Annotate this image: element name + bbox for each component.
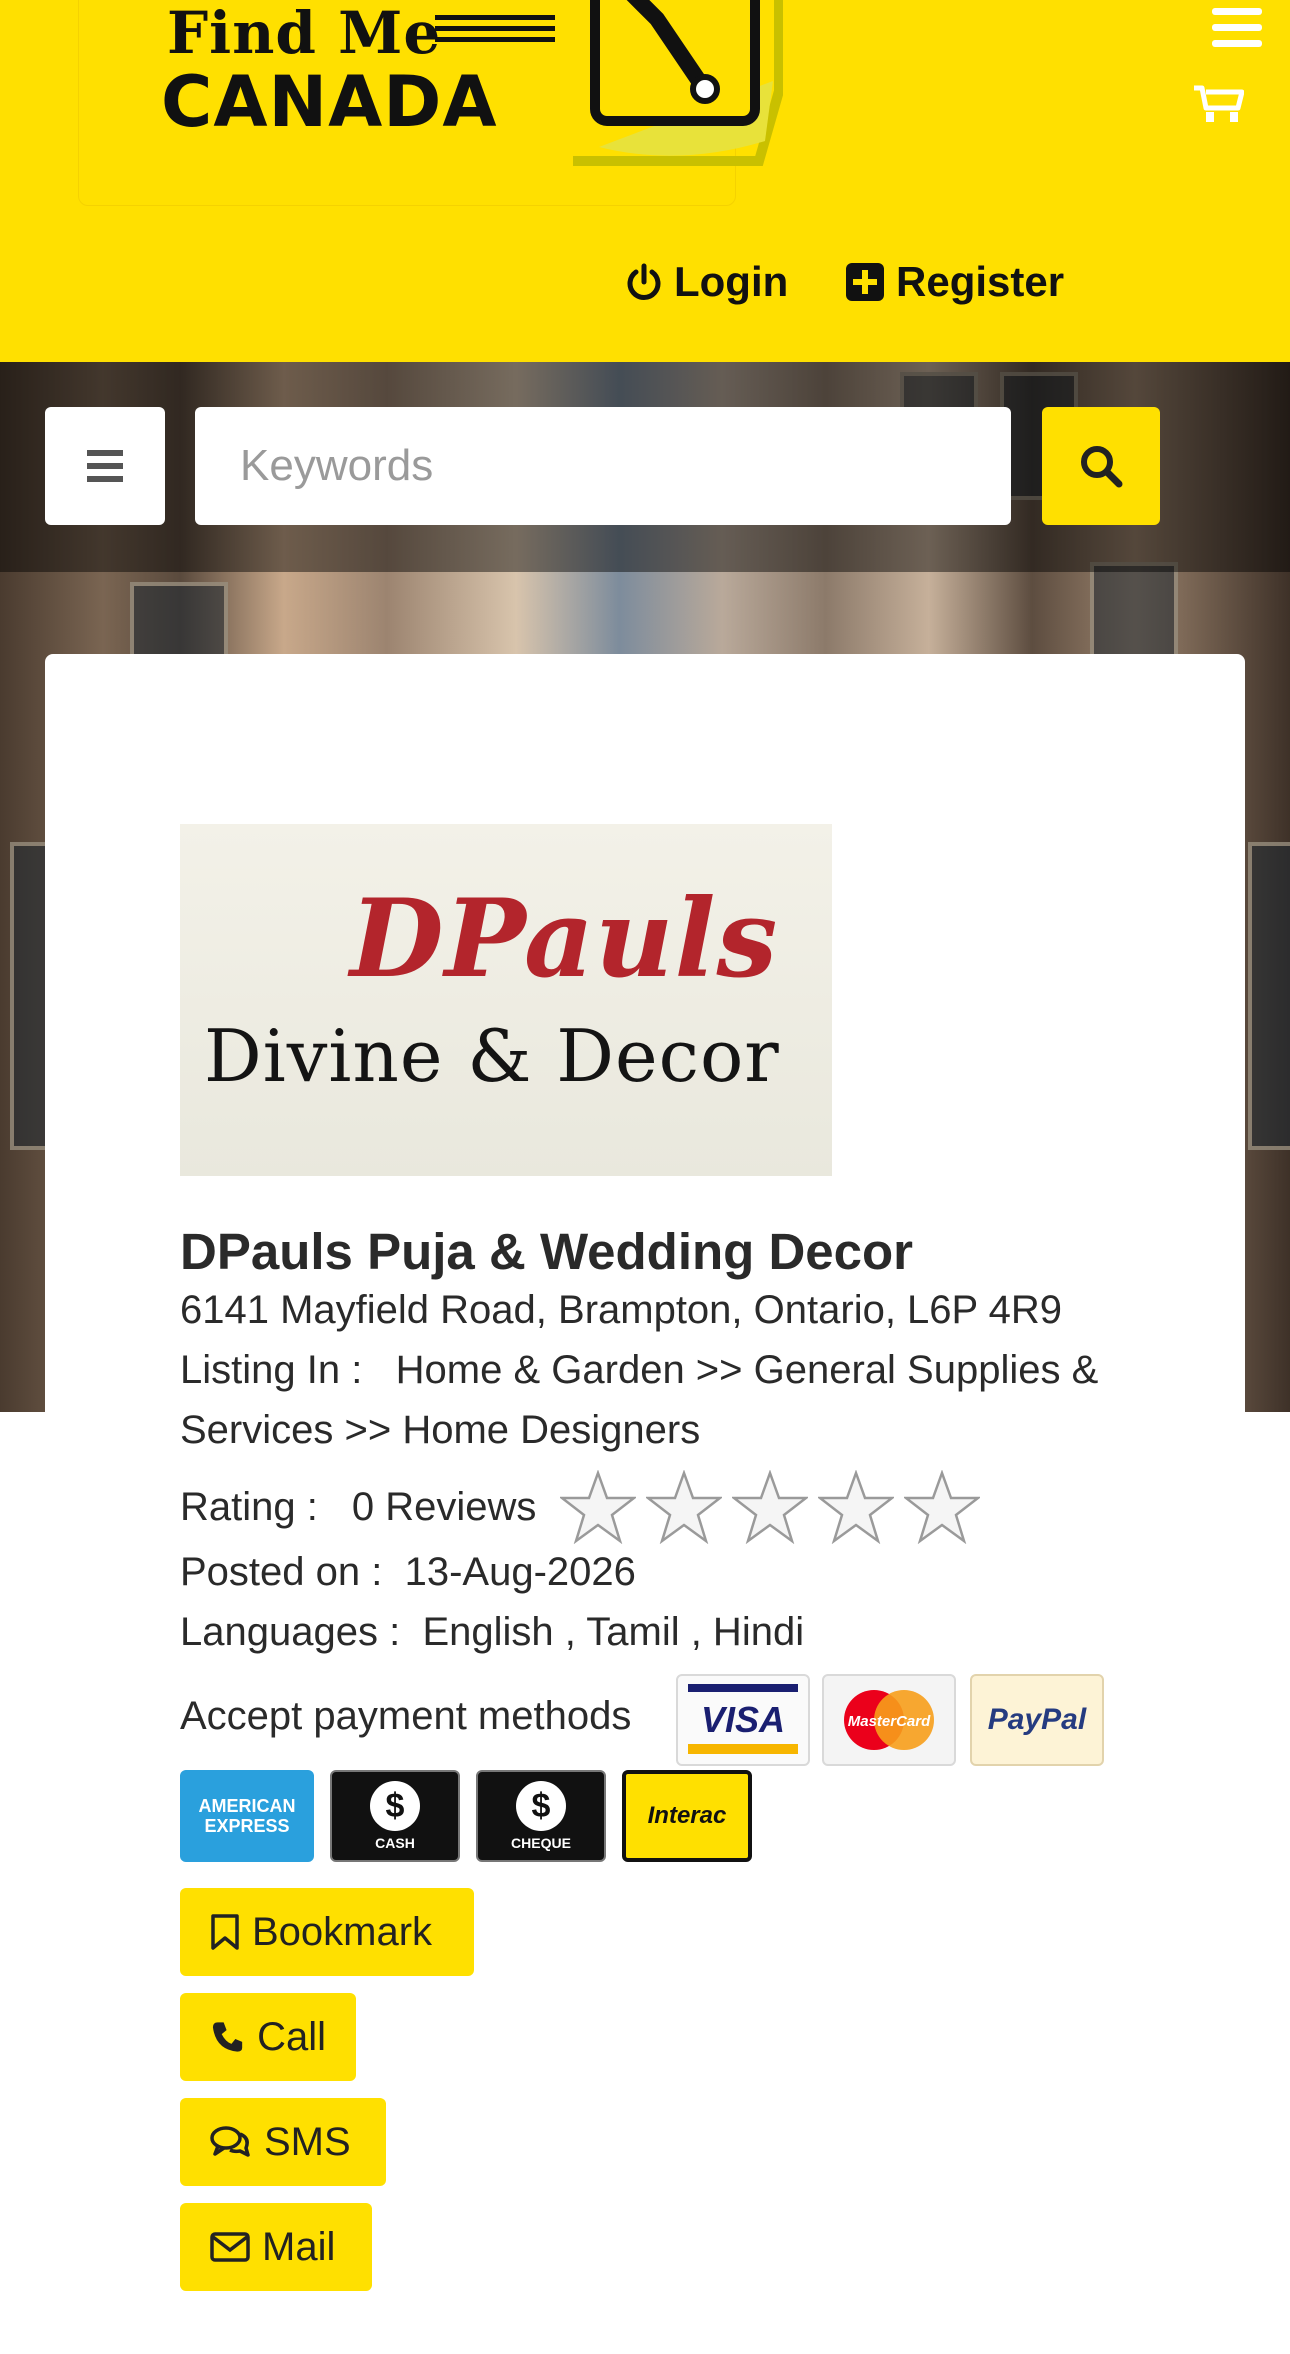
plus-square-icon: [846, 263, 884, 301]
logo-mark-icon: [573, 0, 783, 166]
languages-label: Languages :: [180, 1610, 401, 1654]
search-button[interactable]: [1042, 407, 1160, 525]
bars-icon: [87, 450, 123, 482]
rating-label: Rating :: [180, 1485, 318, 1529]
posted-on-row: Posted on : 13-Aug-2026: [180, 1542, 636, 1602]
bookmark-label: Bookmark: [252, 1909, 433, 1954]
cheque-icon: $ CHEQUE: [476, 1770, 606, 1862]
star-rating: [560, 1470, 981, 1544]
envelope-icon: [210, 2232, 250, 2262]
bookmark-button[interactable]: Bookmark: [180, 1888, 474, 1976]
amex-icon: AMERICAN EXPRESS: [180, 1770, 314, 1862]
svg-text:MasterCard: MasterCard: [848, 1713, 931, 1730]
register-label: Register: [896, 258, 1065, 305]
posted-label: Posted on :: [180, 1550, 383, 1594]
sms-label: SMS: [264, 2119, 351, 2164]
side-menu-button[interactable]: [45, 407, 165, 525]
visa-icon: VISA: [676, 1674, 810, 1766]
power-icon: [627, 263, 661, 300]
phone-icon: [212, 2022, 243, 2052]
site-header: Find Me CANADA Login Register: [0, 0, 1290, 362]
business-logo-text-2: Divine & Decor: [204, 1014, 780, 1098]
call-label: Call: [257, 2014, 326, 2059]
interac-icon: Interac: [622, 1770, 752, 1862]
cart-icon[interactable]: [1192, 80, 1244, 124]
languages-value: English , Tamil , Hindi: [422, 1610, 805, 1654]
hamburger-menu-icon[interactable]: [1212, 8, 1262, 52]
sms-button[interactable]: SMS: [180, 2098, 386, 2186]
business-name: DPauls Puja & Wedding Decor: [180, 1223, 914, 1280]
search-bar: [0, 362, 1290, 572]
bookmark-icon: [211, 1914, 239, 1950]
star-icon[interactable]: [904, 1470, 981, 1544]
business-address: 6141 Mayfield Road, Brampton, Ontario, L…: [180, 1288, 1062, 1332]
logo-text-canada: CANADA: [161, 61, 498, 143]
login-label: Login: [674, 258, 789, 305]
login-link[interactable]: Login: [626, 258, 788, 306]
call-button[interactable]: Call: [180, 1993, 356, 2081]
rating-row: Rating : 0 Reviews: [180, 1470, 981, 1544]
logo-text-find-me: Find Me: [167, 0, 442, 67]
comments-icon: [210, 2126, 250, 2157]
mail-button[interactable]: Mail: [180, 2203, 372, 2291]
register-link[interactable]: Register: [846, 258, 1064, 306]
hero-window: [1248, 842, 1290, 1150]
paypal-icon: PayPal: [970, 1674, 1104, 1766]
search-input[interactable]: [195, 407, 1011, 525]
logo-lines: [435, 15, 555, 55]
posted-date: 13-Aug-2026: [404, 1550, 636, 1594]
languages-row: Languages : English , Tamil , Hindi: [180, 1602, 804, 1662]
mastercard-icon: MasterCard: [822, 1674, 956, 1766]
site-logo[interactable]: Find Me CANADA: [78, 0, 783, 206]
reviews-count[interactable]: 0 Reviews: [352, 1477, 537, 1537]
listing-in-label: Listing In :: [180, 1348, 363, 1392]
business-logo-image: DPauls Divine & Decor: [180, 824, 832, 1176]
payment-label: Accept payment methods: [180, 1694, 632, 1738]
mail-label: Mail: [262, 2224, 336, 2269]
business-logo-text-1: DPauls: [350, 876, 779, 1002]
star-icon[interactable]: [732, 1470, 809, 1544]
star-icon[interactable]: [560, 1470, 637, 1544]
listing-categories: Listing In : Home & Garden >> General Su…: [180, 1340, 1140, 1460]
search-icon: [1081, 446, 1123, 488]
star-icon[interactable]: [818, 1470, 895, 1544]
cash-icon: $ CASH: [330, 1770, 460, 1862]
star-icon[interactable]: [646, 1470, 723, 1544]
